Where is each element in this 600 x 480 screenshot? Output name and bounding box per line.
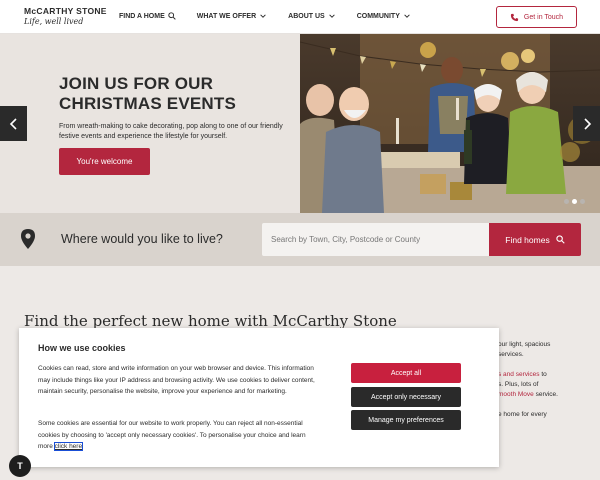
hero-image	[300, 34, 600, 213]
nav-find-a-home[interactable]: FIND A HOME	[119, 12, 176, 20]
brand-logo[interactable]: McCARTHY STONE Life, well lived	[24, 6, 107, 26]
carousel-prev-button[interactable]	[0, 106, 27, 141]
nav-label: WHAT WE OFFER	[196, 12, 257, 20]
intro-line: our light, spacious	[498, 341, 551, 348]
location-search-input[interactable]	[262, 223, 490, 256]
cookie-consent-dialog: How we use cookies Cookies can read, sto…	[19, 328, 499, 467]
cookie-click-here-link[interactable]: click here	[53, 442, 84, 451]
find-homes-button[interactable]: Find homes	[489, 223, 581, 256]
search-icon	[556, 235, 565, 244]
chevron-down-icon	[404, 14, 410, 18]
chevron-down-icon	[260, 14, 266, 18]
search-icon	[168, 12, 176, 20]
accept-all-button[interactable]: Accept all	[351, 363, 461, 383]
nav-what-we-offer[interactable]: WHAT WE OFFER	[197, 12, 267, 20]
carousel-dot[interactable]	[580, 199, 585, 204]
find-homes-label: Find homes	[505, 234, 550, 245]
nav-community[interactable]: COMMUNITY	[357, 12, 411, 20]
hero-carousel: JOIN US FOR OUR CHRISTMAS EVENTS From wr…	[0, 34, 600, 213]
phone-icon	[510, 13, 519, 21]
intro-line	[498, 400, 598, 410]
nav-about-us[interactable]: ABOUT US	[288, 12, 336, 20]
search-heading: Where would you like to live?	[61, 232, 223, 246]
services-link[interactable]: s and services	[498, 371, 540, 378]
map-pin-icon	[21, 229, 35, 249]
cookie-title: How we use cookies	[38, 343, 126, 353]
intro-line: e home for every	[498, 411, 547, 418]
carousel-dot-active[interactable]	[572, 199, 577, 204]
nav-label: FIND A HOME	[119, 12, 165, 20]
intro-text-partial: our light, spacious services. s and serv…	[498, 340, 598, 420]
carousel-next-button[interactable]	[573, 106, 600, 141]
hero-title-line2: CHRISTMAS EVENTS	[59, 94, 236, 113]
smooth-move-link[interactable]: mooth Move	[498, 391, 534, 398]
hero-title-line1: JOIN US FOR OUR	[59, 74, 214, 93]
logo-name: McCARTHY STONE	[24, 6, 107, 16]
logo-tagline: Life, well lived	[24, 17, 84, 26]
chevron-down-icon	[328, 14, 335, 18]
get-in-touch-button[interactable]: Get in Touch	[496, 6, 577, 28]
site-header: McCARTHY STONE Life, well lived FIND A H…	[0, 0, 600, 34]
intro-line-suffix: to	[539, 371, 547, 378]
carousel-dots	[564, 199, 585, 204]
text-size-icon: T	[17, 461, 23, 471]
contact-label: Get in Touch	[523, 13, 564, 21]
hero-title: JOIN US FOR OUR CHRISTMAS EVENTS	[59, 74, 236, 114]
main-nav: FIND A HOME WHAT WE OFFER ABOUT US COMMU…	[119, 12, 432, 20]
intro-line-suffix: service.	[533, 391, 558, 398]
intro-line: mooth Move service.	[498, 390, 598, 400]
intro-line	[498, 360, 598, 370]
youre-welcome-button[interactable]: You're welcome	[59, 148, 150, 175]
hero-description: From wreath-making to cake decorating, p…	[59, 123, 283, 140]
accept-necessary-button[interactable]: Accept only necessary	[351, 387, 461, 407]
chevron-left-icon	[9, 117, 17, 130]
nav-label: ABOUT US	[288, 12, 325, 20]
accessibility-widget-button[interactable]: T	[9, 455, 31, 477]
nav-label: COMMUNITY	[356, 12, 400, 20]
cookie-paragraph: Cookies can read, store and write inform…	[38, 365, 315, 395]
intro-line: services.	[498, 351, 524, 358]
intro-line: s and services to	[498, 370, 598, 380]
cookie-paragraph: Some cookies are essential for our websi…	[38, 418, 318, 453]
location-search-band: Where would you like to live? Find homes	[0, 213, 600, 266]
manage-preferences-button[interactable]: Manage my preferences	[351, 410, 461, 430]
chevron-right-icon	[583, 117, 591, 130]
carousel-dot[interactable]	[564, 199, 569, 204]
intro-line: s. Plus, lots of	[498, 381, 539, 388]
